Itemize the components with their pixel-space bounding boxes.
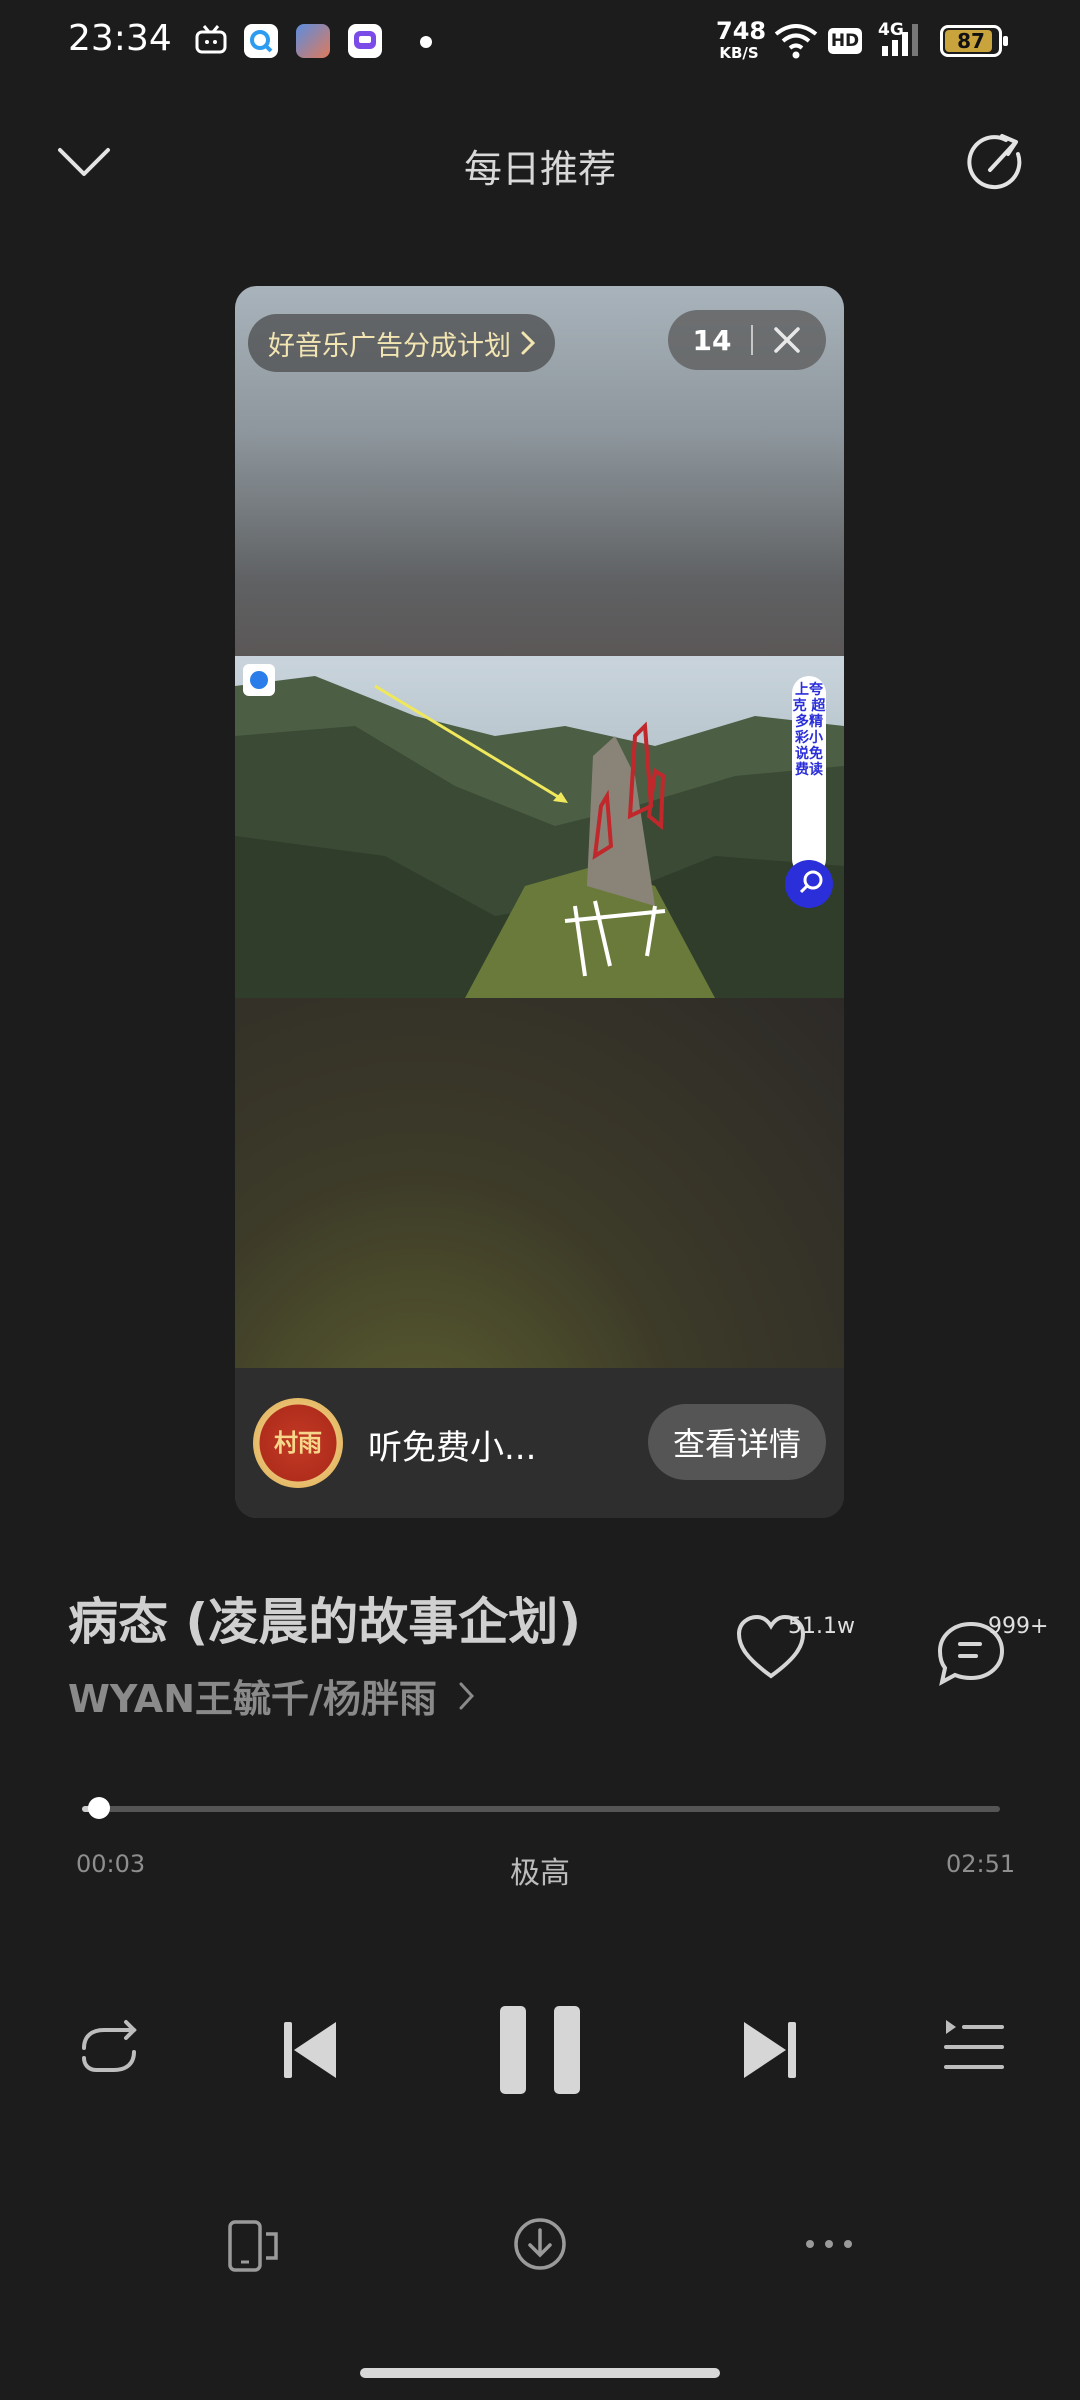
ad-logo: 村雨 [253,1398,343,1488]
chat-app-icon [348,24,382,58]
net-speed: 748 KB/S [716,17,767,64]
more-icon[interactable] [804,2234,854,2254]
signal-icon [880,22,922,58]
ad-close-button[interactable]: 14 [668,310,826,370]
pause-button[interactable] [498,2004,582,2096]
view-details-button[interactable]: 查看详情 [648,1404,826,1480]
ad-image[interactable]: 上夸克 超多精彩小说免费读 [235,656,844,998]
search-app-icon [244,24,278,58]
hd-badge: HD [828,28,862,54]
ad-logo-text: 村雨 [274,1429,322,1457]
wifi-icon [774,22,818,60]
ad-text[interactable]: 听免费小... [368,1420,536,1469]
total-time: 02:51 [946,1850,1016,1878]
progress-track[interactable] [82,1806,1000,1812]
tv-icon [194,24,228,58]
dot-icon [420,36,432,48]
repeat-icon[interactable] [74,2018,144,2082]
net-speed-unit: KB/S [719,44,759,62]
previous-icon[interactable] [282,2020,338,2080]
next-icon[interactable] [742,2020,798,2080]
ad-tag-pill[interactable]: 好音乐广告分成计划 [248,314,555,372]
chevron-right-icon [521,331,535,355]
game-app-icon [296,24,330,58]
page-title: 每日推荐 [463,147,616,191]
ad-vertical-banner: 上夸克 超多精彩小说免费读 [792,682,826,778]
download-icon[interactable] [512,2216,568,2272]
quality-label[interactable]: 极高 [0,1848,1080,1892]
ad-footer-bar: 村雨 听免费小... 查看详情 [235,1368,844,1518]
ad-tag-label: 好音乐广告分成计划 [268,330,511,362]
song-artist[interactable]: WYAN王毓千/杨胖雨 [68,1668,475,1723]
battery-level: 87 [957,29,985,53]
chevron-right-icon [459,1681,475,1711]
progress-thumb[interactable] [88,1797,110,1819]
home-indicator[interactable] [360,2368,720,2378]
battery-icon: 87 [940,25,1008,57]
like-count: 51.1w [788,1614,855,1639]
close-icon[interactable] [773,326,801,354]
artist-name[interactable]: WYAN王毓千/杨胖雨 [68,1668,437,1723]
device-switch-icon[interactable] [226,2218,282,2274]
playlist-icon[interactable] [944,2018,1004,2076]
ad-card[interactable]: 上夸克 超多精彩小说免费读 好音乐广告分成计划 14 村雨 听免费小... 查看… [235,286,844,1518]
net-speed-value: 748 [716,17,767,45]
share-icon[interactable] [966,132,1028,194]
divider [751,325,754,355]
status-time: 23:34 [68,18,172,59]
comment-count: 999+ [988,1614,1049,1639]
song-title: 病态 (凌晨的故事企划) [68,1593,582,1651]
ad-countdown: 14 [692,323,732,357]
